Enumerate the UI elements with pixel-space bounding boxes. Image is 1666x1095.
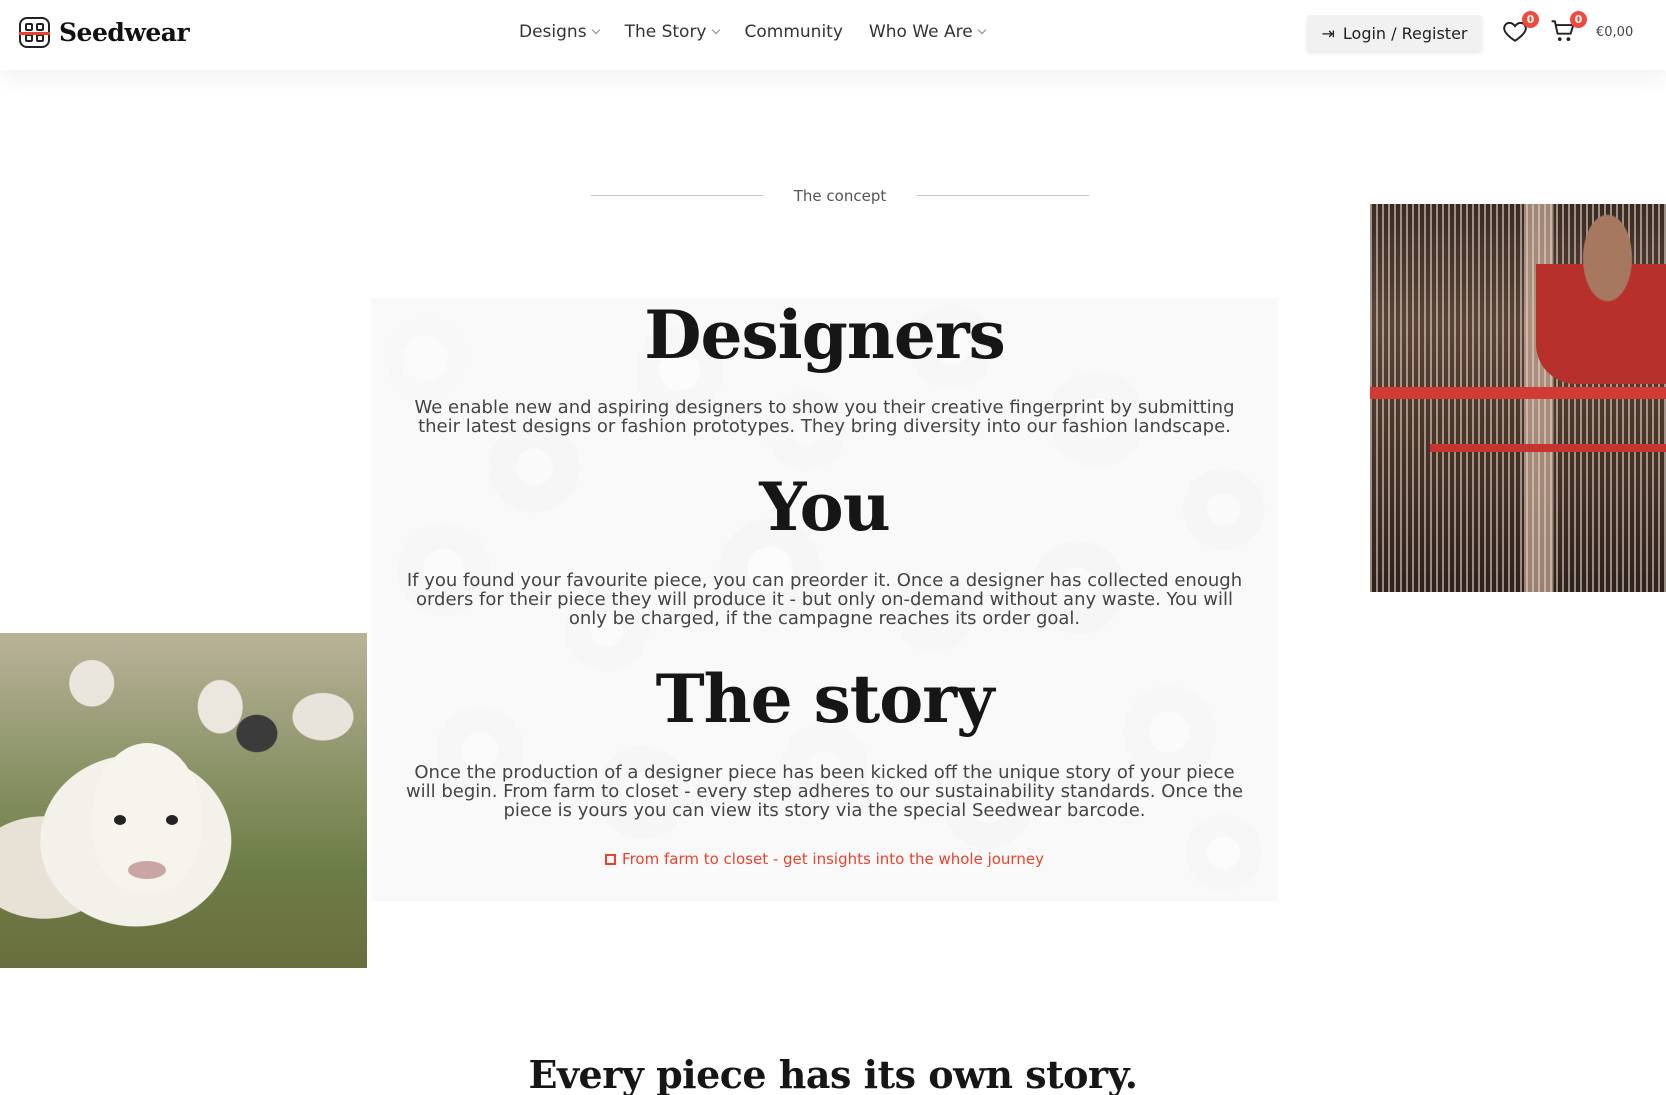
wishlist-count-badge: 0 [1522, 11, 1539, 28]
cart-total[interactable]: €0,00 [1596, 25, 1633, 40]
nav-item-designs[interactable]: Designs [519, 22, 600, 42]
cart-count-badge: 0 [1570, 11, 1587, 28]
brand-name: Seedwear [59, 18, 190, 47]
you-heading: You [759, 468, 890, 546]
divider-line [591, 195, 763, 196]
weaving-loom-photo [1370, 204, 1666, 592]
designers-text: We enable new and aspiring designers to … [414, 397, 1235, 437]
sign-in-icon: ⇥ [1321, 23, 1335, 43]
site-header: Seedwear Designs The Story Community Who… [0, 0, 1666, 70]
nav-item-label: Community [744, 22, 843, 42]
concept-panel: Designers We enable new and aspiring des… [371, 296, 1278, 901]
nav-item-label: Who We Are [868, 22, 973, 42]
main-nav: Designs The Story Community Who We Are [519, 22, 986, 42]
qr-code-icon [605, 854, 617, 865]
nav-item-label: Designs [519, 22, 587, 42]
designers-heading: Designers [644, 296, 1006, 374]
login-register-label: Login / Register [1342, 23, 1468, 43]
cart-button[interactable]: 0 [1550, 11, 1587, 46]
nav-item-the-story[interactable]: The Story [624, 22, 720, 42]
logo-icon [19, 17, 50, 48]
chevron-down-icon [711, 25, 720, 35]
weaver-figure [1536, 204, 1666, 384]
nav-item-label: The Story [624, 22, 707, 42]
journey-link-label: From farm to closet - get insights into … [622, 850, 1044, 868]
loom-red-thread [1430, 444, 1666, 452]
login-register-button[interactable]: ⇥ Login / Register [1307, 15, 1482, 51]
sheep-photo [0, 633, 367, 968]
nav-item-community[interactable]: Community [745, 22, 843, 42]
you-text: If you found your favourite piece, you c… [406, 570, 1243, 629]
chevron-down-icon [591, 25, 600, 35]
loom-red-beam [1370, 387, 1666, 399]
wishlist-button[interactable]: 0 [1502, 11, 1539, 46]
the-story-heading: The story [655, 660, 995, 738]
chevron-down-icon [977, 25, 986, 35]
every-piece-heading: Every piece has its own story. [528, 1052, 1138, 1095]
sheep-eye [166, 815, 178, 825]
sheep-face [92, 743, 202, 893]
journey-link[interactable]: From farm to closet - get insights into … [371, 850, 1278, 868]
concept-divider: The concept [591, 187, 1091, 207]
divider-line [917, 195, 1089, 196]
sheep-eye [114, 815, 126, 825]
the-story-text: Once the production of a designer piece … [405, 762, 1244, 821]
logo[interactable]: Seedwear [19, 17, 190, 48]
nav-item-who-we-are[interactable]: Who We Are [868, 22, 986, 42]
concept-label: The concept [793, 187, 887, 205]
sheep-nose [128, 861, 166, 879]
